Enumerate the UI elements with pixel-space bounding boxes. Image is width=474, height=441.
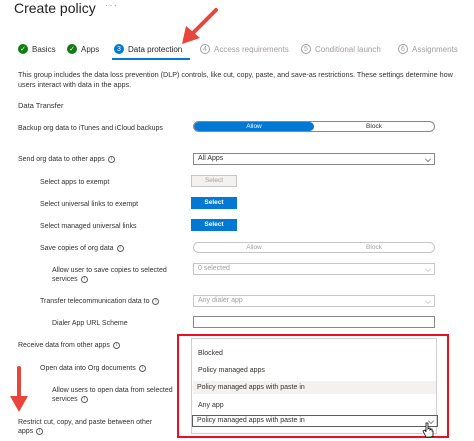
exempt-apps-label: Select apps to exempt [40, 179, 110, 186]
open-into-label: Open data into Org documents i [40, 364, 146, 373]
info-icon[interactable]: i [112, 341, 120, 349]
wizard-steps: ✓ Basics ✓ Apps 3 Data protection 4 Acce… [18, 44, 474, 60]
managed-links-label: Select managed universal links [40, 223, 137, 230]
step-number-icon: 3 [114, 44, 124, 54]
allow-save-label: Allow user to save copies to selected se… [52, 267, 167, 283]
step-assignments[interactable]: 6 Assignments [398, 44, 458, 54]
chevron-down-icon [425, 266, 431, 272]
step-basics[interactable]: ✓ Basics [18, 44, 56, 54]
save-copies-toggle[interactable]: Allow Block [193, 242, 435, 253]
info-icon[interactable]: i [80, 395, 88, 403]
backup-allow-option[interactable]: Allow [194, 122, 314, 131]
check-icon: ✓ [67, 44, 77, 54]
backup-label: Backup org data to iTunes and iCloud bac… [18, 125, 163, 132]
restrict-paste-label: Restrict cut, copy, and paste between ot… [18, 419, 153, 435]
dialer-url-input[interactable] [193, 316, 435, 328]
receive-data-label: Receive data from other apps i [18, 341, 120, 350]
step-conditional-launch[interactable]: 5 Conditional launch [301, 44, 381, 54]
info-icon[interactable]: i [36, 427, 44, 435]
check-icon: ✓ [18, 44, 28, 54]
telecom-select[interactable]: Any dialer app [193, 295, 435, 307]
page-title: Create policy [14, 0, 96, 16]
restrict-paste-select[interactable]: Policy managed apps with paste in [192, 415, 438, 427]
managed-links-select-button[interactable]: Select [191, 219, 237, 231]
annotation-arrow-icon [182, 8, 218, 44]
chevron-down-icon [425, 156, 431, 162]
save-copies-allow-option[interactable]: Allow [194, 243, 314, 252]
more-options-icon[interactable]: ··· [105, 0, 118, 11]
step-number-icon: 6 [398, 44, 408, 54]
dropdown-option-policy-managed-paste[interactable]: Policy managed apps with paste in [193, 381, 436, 394]
allow-save-select[interactable]: 0 selected [193, 263, 435, 275]
backup-block-option[interactable]: Block [314, 122, 434, 131]
save-copies-label: Save copies of org data i [40, 244, 124, 253]
exempt-apps-select-button[interactable]: Select [191, 175, 237, 187]
info-icon[interactable]: i [138, 364, 146, 372]
send-data-label: Send org data to other apps i [18, 155, 115, 164]
save-copies-block-option[interactable]: Block [314, 243, 434, 252]
step-data-protection[interactable]: 3 Data protection [114, 44, 182, 54]
info-icon[interactable]: i [107, 155, 115, 163]
info-icon[interactable]: i [116, 244, 124, 252]
universal-links-select-button[interactable]: Select [191, 197, 237, 209]
info-icon[interactable]: i [80, 275, 88, 283]
step-number-icon: 5 [301, 44, 311, 54]
step-apps[interactable]: ✓ Apps [67, 44, 99, 54]
dropdown-option-policy-managed[interactable]: Policy managed apps [198, 367, 265, 374]
chevron-down-icon [425, 298, 431, 304]
section-description: This group includes the data loss preven… [18, 70, 453, 89]
active-tab-indicator [112, 58, 190, 60]
dropdown-option-any-app[interactable]: Any app [198, 402, 224, 409]
backup-toggle[interactable]: Allow Block [193, 121, 435, 132]
annotation-arrow-icon [10, 366, 28, 412]
restrict-paste-dropdown-highlight: Blocked Policy managed apps Policy manag… [177, 334, 449, 438]
info-icon[interactable]: i [152, 297, 160, 305]
universal-links-label: Select universal links to exempt [40, 201, 139, 208]
section-heading: Data Transfer [18, 101, 64, 110]
telecom-label: Transfer telecommunication data to i [40, 297, 160, 306]
hand-cursor-icon [422, 422, 434, 438]
dropdown-option-blocked[interactable]: Blocked [198, 350, 223, 357]
dialer-label: Dialer App URL Scheme [52, 320, 128, 327]
allow-open-label: Allow users to open data from selected s… [52, 387, 173, 403]
send-data-select[interactable]: All Apps [193, 153, 435, 165]
